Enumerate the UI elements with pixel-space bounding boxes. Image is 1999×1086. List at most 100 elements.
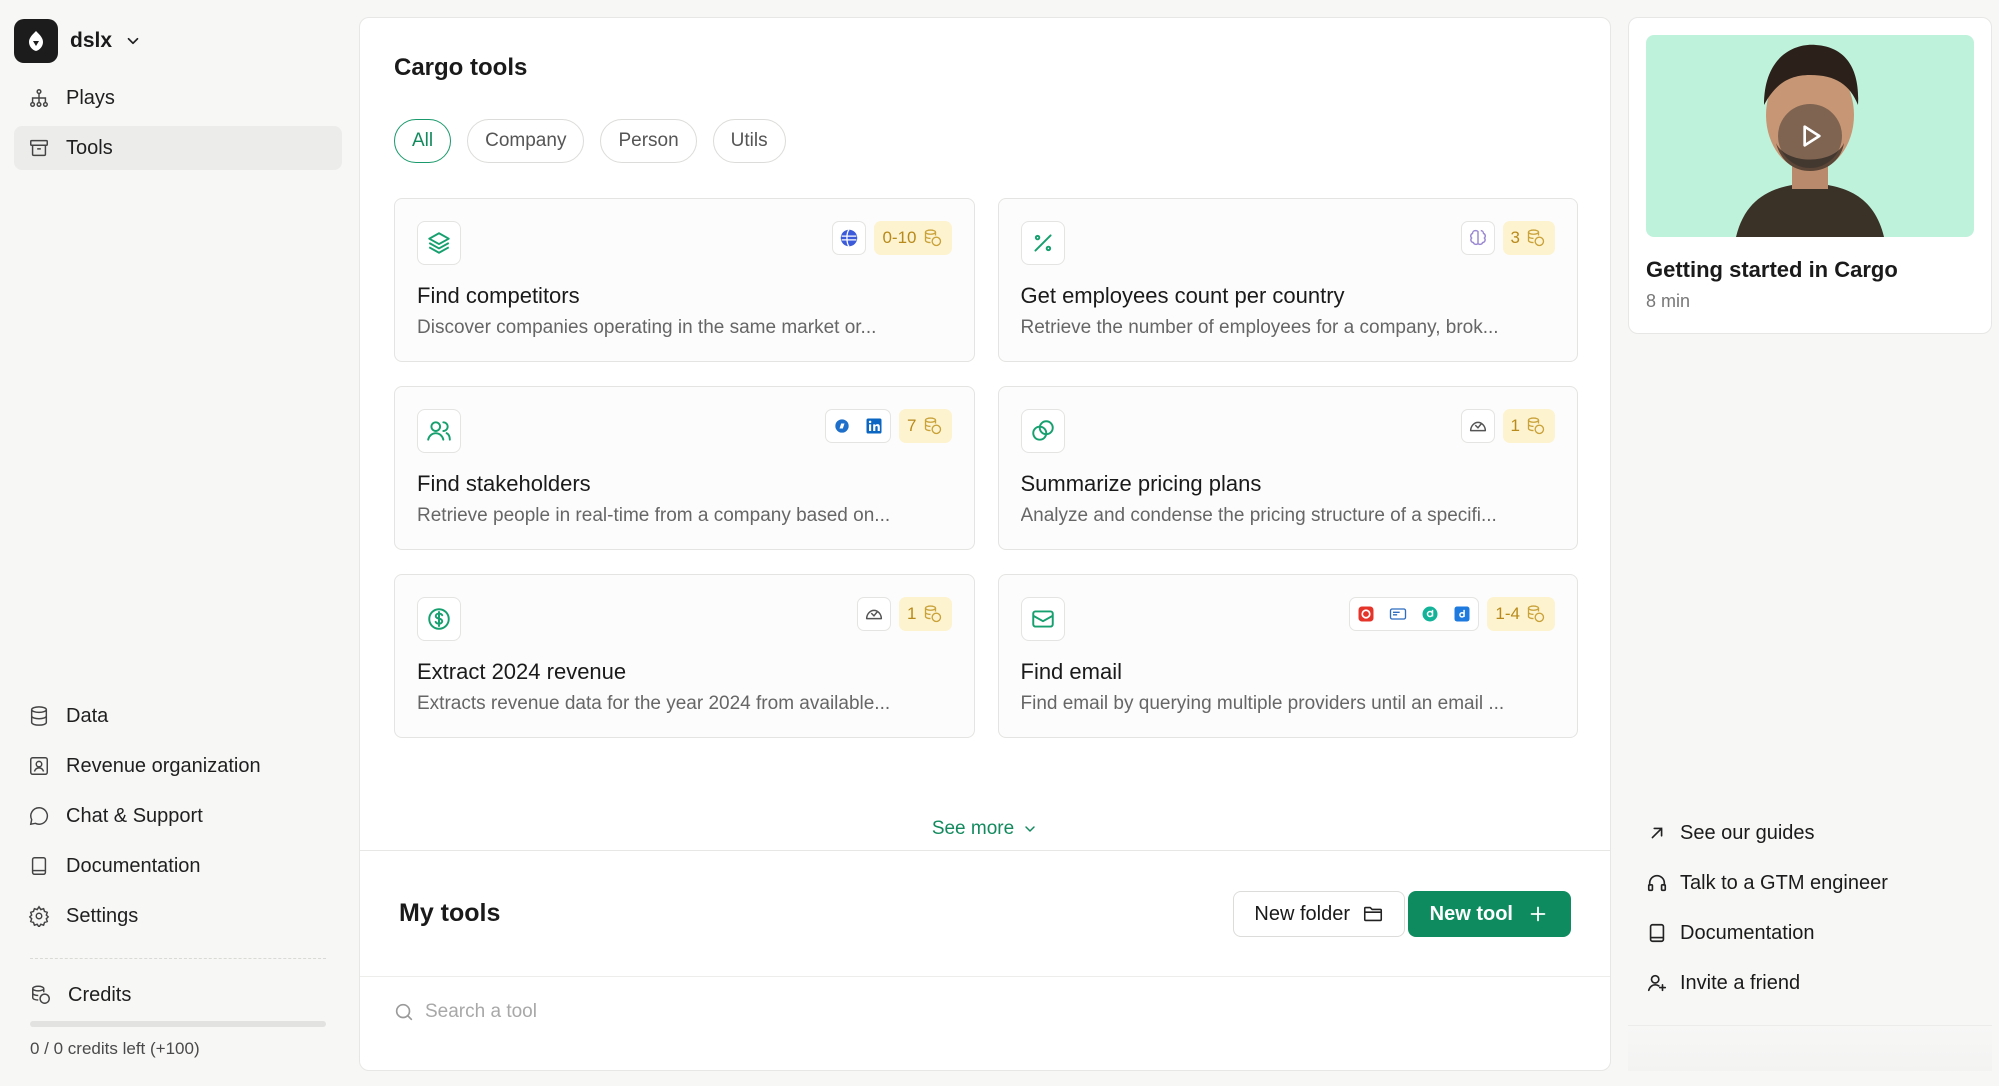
- credits-item[interactable]: Credits: [14, 977, 342, 1013]
- nav-item-label: Revenue organization: [66, 754, 261, 777]
- primary-nav: Plays Tools: [14, 76, 342, 170]
- tool-card-extract-2024-revenue[interactable]: 1 Extract 2024 revenue Extracts revenue …: [394, 574, 975, 738]
- provider-card-icon: [1382, 598, 1414, 630]
- provider-teal-icon: [1414, 598, 1446, 630]
- tool-card-description: Discover companies operating in the same…: [417, 317, 877, 338]
- nav-item-label: Chat & Support: [66, 804, 203, 827]
- filter-chip-utils[interactable]: Utils: [712, 119, 786, 163]
- nav-item-revenue-organization[interactable]: Revenue organization: [14, 744, 342, 788]
- filter-chip-person[interactable]: Person: [600, 119, 697, 163]
- nav-item-chat-support[interactable]: Chat & Support: [14, 794, 342, 838]
- layers-icon: [417, 221, 461, 265]
- new-tool-label: New tool: [1429, 902, 1513, 925]
- coins-icon: [1527, 417, 1545, 435]
- card-badges: 1: [1460, 409, 1555, 443]
- tool-card-title: Summarize pricing plans: [1020, 471, 1262, 496]
- tool-card-find-stakeholders[interactable]: 7 Find stakeholders Retrieve people in r…: [394, 386, 975, 550]
- link-documentation[interactable]: Documentation: [1646, 908, 1888, 958]
- headphones-icon: [1647, 874, 1667, 892]
- users-icon: [417, 409, 461, 453]
- card-badges: 7: [825, 409, 952, 443]
- search-icon: [395, 1003, 413, 1020]
- tool-card-summarize-pricing-plans[interactable]: 1 Summarize pricing plans Analyze and co…: [997, 386, 1578, 550]
- coins-icon: [1527, 229, 1545, 247]
- video-thumbnail[interactable]: [1646, 35, 1974, 237]
- coins-icon: [1527, 605, 1545, 623]
- tool-card-find-competitors[interactable]: 0-10 Find competitors Discover companies…: [394, 198, 975, 362]
- tool-card-find-email[interactable]: 1-4 Find email Find email by querying mu…: [997, 574, 1578, 738]
- tool-card-description: Retrieve the number of employees for a c…: [1020, 317, 1499, 338]
- card-badges: 0-10: [832, 221, 952, 255]
- play-button[interactable]: [1778, 104, 1842, 168]
- tool-card-title: Get employees count per country: [1020, 283, 1345, 308]
- hierarchy-icon: [30, 89, 48, 107]
- tool-search-bar: [360, 976, 1610, 1046]
- link-invite-a-friend[interactable]: Invite a friend: [1646, 958, 1888, 1008]
- workspace-switcher[interactable]: dslx: [14, 18, 342, 64]
- filter-chip-all[interactable]: All: [394, 119, 452, 163]
- new-tool-button[interactable]: New tool: [1407, 891, 1571, 937]
- coins-icon: [924, 229, 941, 247]
- coins-icon: [924, 417, 941, 435]
- link-talk-to-gtm-engineer[interactable]: Talk to a GTM engineer: [1646, 858, 1888, 908]
- sidebar: dslx Plays Tools Data Revenue organizati…: [0, 0, 356, 1086]
- tool-card-get-employees-count[interactable]: 3 Get employees count per country Retrie…: [997, 198, 1578, 362]
- new-folder-button[interactable]: New folder: [1233, 891, 1405, 937]
- tool-card-title: Extract 2024 revenue: [417, 659, 627, 684]
- nav-item-settings[interactable]: Settings: [14, 894, 342, 938]
- tool-card-description: Extracts revenue data for the year 2024 …: [417, 693, 891, 714]
- new-folder-label: New folder: [1254, 902, 1350, 925]
- see-more-button[interactable]: See more: [360, 818, 1610, 840]
- provider-group: [1349, 597, 1480, 631]
- getting-started-video-card[interactable]: Getting started in Cargo 8 min: [1628, 17, 1992, 334]
- filter-chip-company[interactable]: Company: [467, 119, 585, 163]
- tool-filters: All Company Person Utils: [394, 119, 786, 163]
- nav-item-label: Data: [66, 704, 109, 727]
- mail-icon: [1020, 597, 1065, 641]
- chevron-down-icon: [127, 37, 139, 45]
- plus-icon: [1530, 906, 1546, 922]
- tool-card-title: Find stakeholders: [417, 471, 591, 496]
- dollar-circle-icon: [417, 597, 461, 641]
- nav-item-tools[interactable]: Tools: [14, 126, 342, 170]
- card-badges: 3: [1460, 221, 1555, 255]
- archive-icon: [30, 139, 48, 157]
- nav-item-documentation[interactable]: Documentation: [14, 844, 342, 888]
- my-tools-section: My tools New folder New tool: [360, 850, 1610, 1070]
- provider-blue-icon: [1446, 598, 1478, 630]
- compass-icon: [826, 410, 858, 442]
- user-plus-icon: [1647, 974, 1667, 992]
- credit-cost: 7: [907, 416, 917, 435]
- credit-cost: 3: [1510, 228, 1520, 247]
- database-icon: [30, 706, 48, 726]
- credit-cost-badge: 7: [899, 409, 952, 443]
- help-links: See our guides Talk to a GTM engineer Do…: [1646, 808, 1888, 1008]
- cargo-tools-title: Cargo tools: [394, 54, 528, 81]
- nav-item-label: Tools: [66, 136, 113, 159]
- provider-globe-icon: [832, 221, 867, 255]
- credit-cost: 1-4: [1495, 604, 1520, 623]
- card-badges: 1-4: [1349, 597, 1555, 631]
- tool-card-description: Analyze and condense the pricing structu…: [1020, 505, 1497, 526]
- secondary-nav: Data Revenue organization Chat & Support…: [14, 694, 342, 1071]
- tool-card-title: Find competitors: [417, 283, 580, 308]
- coins-icon: [924, 605, 941, 623]
- link-see-our-guides[interactable]: See our guides: [1646, 808, 1888, 858]
- credit-cost: 1: [1510, 416, 1520, 435]
- nav-item-data[interactable]: Data: [14, 694, 342, 738]
- sidebar-divider: [30, 958, 326, 959]
- coins-icon: [32, 985, 50, 1004]
- see-more-label: See more: [931, 818, 1015, 839]
- arrow-up-right-icon: [1651, 827, 1663, 839]
- link-label: Talk to a GTM engineer: [1680, 871, 1888, 894]
- nav-item-plays[interactable]: Plays: [14, 76, 342, 120]
- tool-search-input[interactable]: [425, 1000, 1025, 1023]
- book-icon: [1649, 923, 1665, 943]
- coins-icon: [1020, 409, 1065, 453]
- nav-item-label: Documentation: [66, 854, 201, 877]
- link-label: Documentation: [1680, 921, 1815, 944]
- link-label: Invite a friend: [1680, 971, 1801, 994]
- provider-red-icon: [1350, 598, 1382, 630]
- tool-card-description: Retrieve people in real-time from a comp…: [417, 505, 891, 526]
- credit-cost-badge: 3: [1502, 221, 1555, 255]
